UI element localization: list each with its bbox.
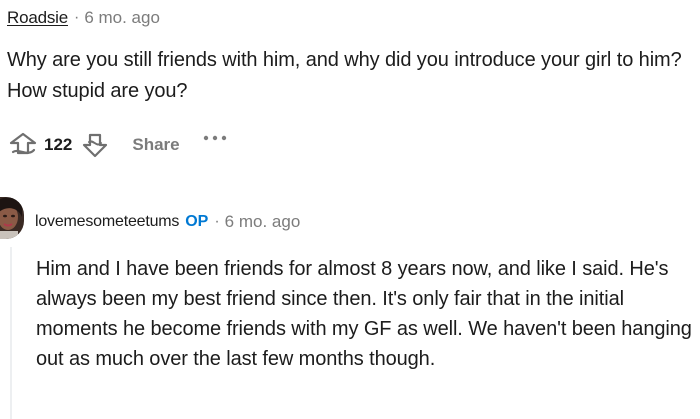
- comment-body: Him and I have been friends for almost 8…: [36, 258, 692, 370]
- comment-timestamp[interactable]: 6 mo. ago: [84, 8, 160, 28]
- user-avatar[interactable]: [0, 197, 24, 239]
- comment-author-link[interactable]: Roadsie: [7, 8, 68, 28]
- more-options-icon[interactable]: [202, 130, 228, 146]
- comment-meta: Roadsie · 6 mo. ago: [7, 7, 160, 29]
- thread-line[interactable]: [10, 247, 12, 419]
- op-badge: OP: [185, 213, 209, 230]
- comment-meta: lovemesometeetums OP · 6 mo. ago: [35, 211, 300, 233]
- comment-body: Why are you still friends with him, and …: [7, 49, 682, 102]
- comment-author-link[interactable]: lovemesometeetums: [35, 213, 179, 231]
- downvote-icon[interactable]: [80, 130, 110, 160]
- comment-timestamp[interactable]: 6 mo. ago: [225, 212, 301, 232]
- vote-count: 122: [44, 135, 73, 154]
- meta-separator: ·: [214, 213, 220, 230]
- comment-actions: 122 Share: [8, 128, 228, 162]
- share-button[interactable]: Share: [132, 135, 179, 155]
- meta-separator: ·: [73, 9, 80, 26]
- upvote-icon[interactable]: [8, 130, 38, 160]
